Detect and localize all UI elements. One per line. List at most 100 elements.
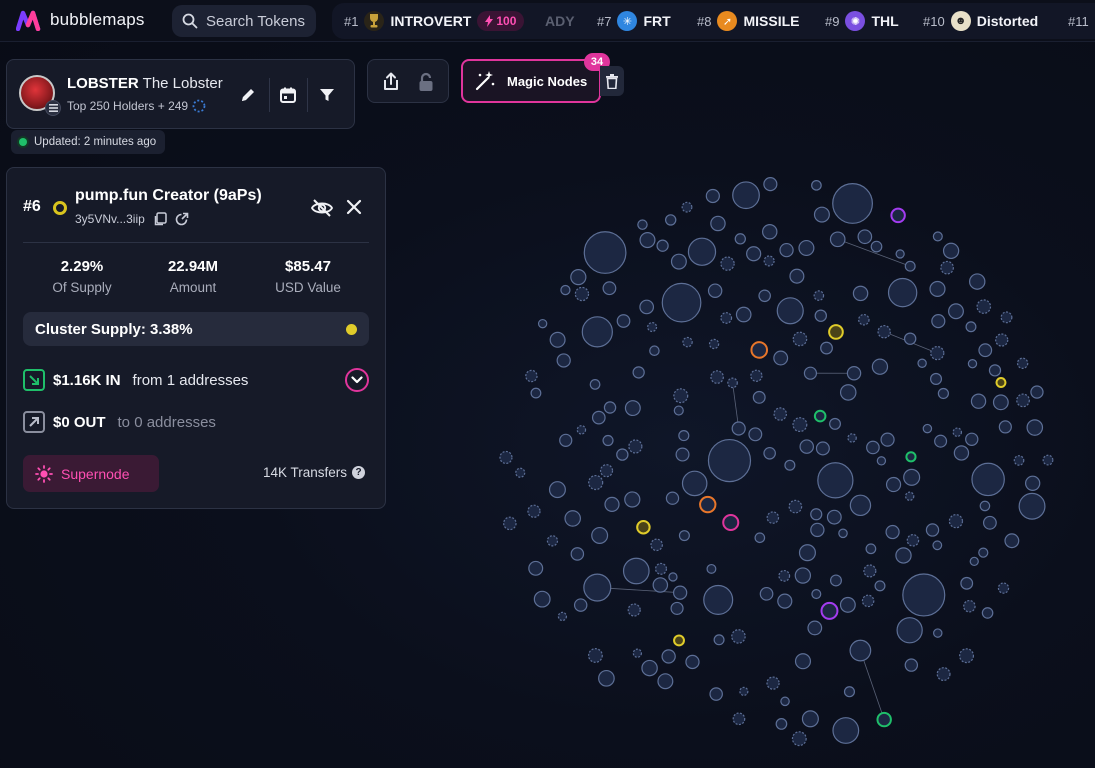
holder-bubble[interactable]: [628, 439, 643, 454]
holder-bubble[interactable]: [710, 370, 724, 384]
ticker-item-11[interactable]: #11: [1068, 3, 1089, 39]
holder-bubble[interactable]: [681, 470, 708, 497]
holder-bubble[interactable]: [707, 283, 723, 298]
holder-bubble[interactable]: [720, 256, 735, 271]
holder-bubble[interactable]: [813, 290, 825, 301]
holder-bubble[interactable]: [632, 366, 645, 379]
holder-bubble[interactable]: [885, 476, 902, 493]
holder-bubble[interactable]: [820, 341, 833, 355]
holder-bubble[interactable]: [591, 526, 609, 544]
holder-bubble[interactable]: [932, 540, 943, 551]
holder-bubble[interactable]: [616, 448, 629, 461]
holder-bubble[interactable]: [750, 341, 769, 359]
holder-bubble[interactable]: [706, 563, 717, 574]
holder-bubble[interactable]: [976, 299, 992, 314]
lock-icon[interactable]: [415, 71, 437, 93]
holder-bubble[interactable]: [861, 594, 875, 608]
holder-bubble[interactable]: [748, 427, 763, 442]
holder-bubble[interactable]: [537, 318, 548, 329]
holder-bubble[interactable]: [880, 432, 895, 447]
holder-bubble[interactable]: [858, 313, 870, 326]
holder-bubble[interactable]: [673, 634, 685, 647]
holder-bubble[interactable]: [965, 432, 979, 446]
holder-bubble[interactable]: [948, 514, 964, 529]
holder-bubble[interactable]: [1013, 455, 1025, 466]
holder-bubble[interactable]: [530, 387, 542, 399]
holder-bubble[interactable]: [699, 495, 717, 514]
holder-bubble[interactable]: [591, 410, 606, 425]
holder-bubble[interactable]: [705, 188, 720, 204]
holder-bubble[interactable]: [905, 491, 915, 501]
holder-bubble[interactable]: [998, 420, 1012, 434]
holder-bubble[interactable]: [731, 629, 746, 644]
holder-bubble[interactable]: [903, 468, 921, 486]
holder-bubble[interactable]: [661, 649, 676, 664]
share-icon[interactable]: [380, 71, 402, 93]
holder-bubble[interactable]: [895, 547, 912, 564]
holder-bubble[interactable]: [587, 648, 603, 663]
holder-bubble[interactable]: [798, 544, 816, 562]
hide-eye-slash-icon[interactable]: [310, 196, 334, 220]
holder-bubble[interactable]: [784, 459, 796, 471]
holder-bubble[interactable]: [763, 177, 778, 192]
holder-bubble[interactable]: [863, 564, 877, 578]
holder-bubble[interactable]: [622, 557, 650, 585]
ticker-item-missile[interactable]: #8 ➚ MISSILE: [697, 3, 799, 39]
holder-bubble[interactable]: [934, 434, 948, 448]
holder-bubble[interactable]: [789, 268, 805, 284]
holder-bubble[interactable]: [798, 239, 815, 257]
holder-bubble[interactable]: [647, 321, 658, 333]
holder-bubble[interactable]: [982, 515, 997, 530]
holder-bubble[interactable]: [682, 336, 693, 348]
holder-bubble[interactable]: [865, 543, 877, 555]
holder-bubble[interactable]: [583, 231, 627, 274]
holder-bubble[interactable]: [930, 345, 945, 361]
holder-bubble[interactable]: [1042, 454, 1054, 466]
holder-bubble[interactable]: [588, 474, 604, 491]
holder-bubble[interactable]: [560, 284, 571, 296]
holder-bubble[interactable]: [527, 504, 541, 518]
brand-logo[interactable]: bubblemaps: [16, 9, 145, 31]
holder-bubble[interactable]: [685, 654, 700, 670]
holder-bubble[interactable]: [903, 332, 917, 345]
holder-bubble[interactable]: [758, 289, 771, 303]
holder-bubble[interactable]: [1004, 533, 1020, 549]
holder-bubble[interactable]: [811, 179, 822, 191]
holder-bubble[interactable]: [573, 598, 588, 612]
holder-bubble[interactable]: [602, 281, 617, 296]
holder-bubble[interactable]: [1000, 311, 1013, 324]
holder-bubble[interactable]: [735, 306, 752, 323]
holder-bubble[interactable]: [559, 433, 573, 447]
holder-bubble[interactable]: [746, 246, 762, 262]
holder-bubble[interactable]: [525, 369, 538, 383]
holder-bubble[interactable]: [814, 309, 827, 322]
holder-bubble[interactable]: [775, 718, 788, 730]
holder-bubble[interactable]: [811, 589, 822, 600]
holder-bubble[interactable]: [678, 430, 690, 442]
holder-bubble[interactable]: [1026, 419, 1044, 436]
holder-bubble[interactable]: [707, 438, 752, 483]
holder-bubble[interactable]: [654, 562, 668, 575]
holder-bubble[interactable]: [639, 299, 655, 315]
holder-bubble[interactable]: [773, 407, 788, 421]
holder-bubble[interactable]: [727, 377, 738, 389]
holder-bubble[interactable]: [670, 253, 687, 270]
holder-bubble[interactable]: [720, 312, 733, 324]
holder-bubble[interactable]: [969, 273, 986, 290]
holder-bubble[interactable]: [988, 364, 1002, 377]
expand-inflow-button[interactable]: [345, 368, 369, 392]
holder-bubble[interactable]: [678, 530, 690, 542]
holder-bubble[interactable]: [734, 233, 746, 245]
holder-bubble[interactable]: [668, 572, 678, 582]
holder-bubble[interactable]: [981, 607, 994, 619]
holder-bubble[interactable]: [675, 447, 690, 462]
holder-bubble[interactable]: [766, 511, 780, 524]
holder-bubble[interactable]: [709, 687, 723, 701]
help-icon[interactable]: ?: [352, 466, 366, 479]
holder-bubble[interactable]: [624, 491, 641, 508]
holder-bubble[interactable]: [829, 231, 846, 248]
holder-bubble[interactable]: [574, 286, 590, 302]
holder-bubble[interactable]: [942, 242, 960, 260]
holder-bubble[interactable]: [703, 584, 734, 615]
holder-bubble[interactable]: [832, 183, 873, 224]
